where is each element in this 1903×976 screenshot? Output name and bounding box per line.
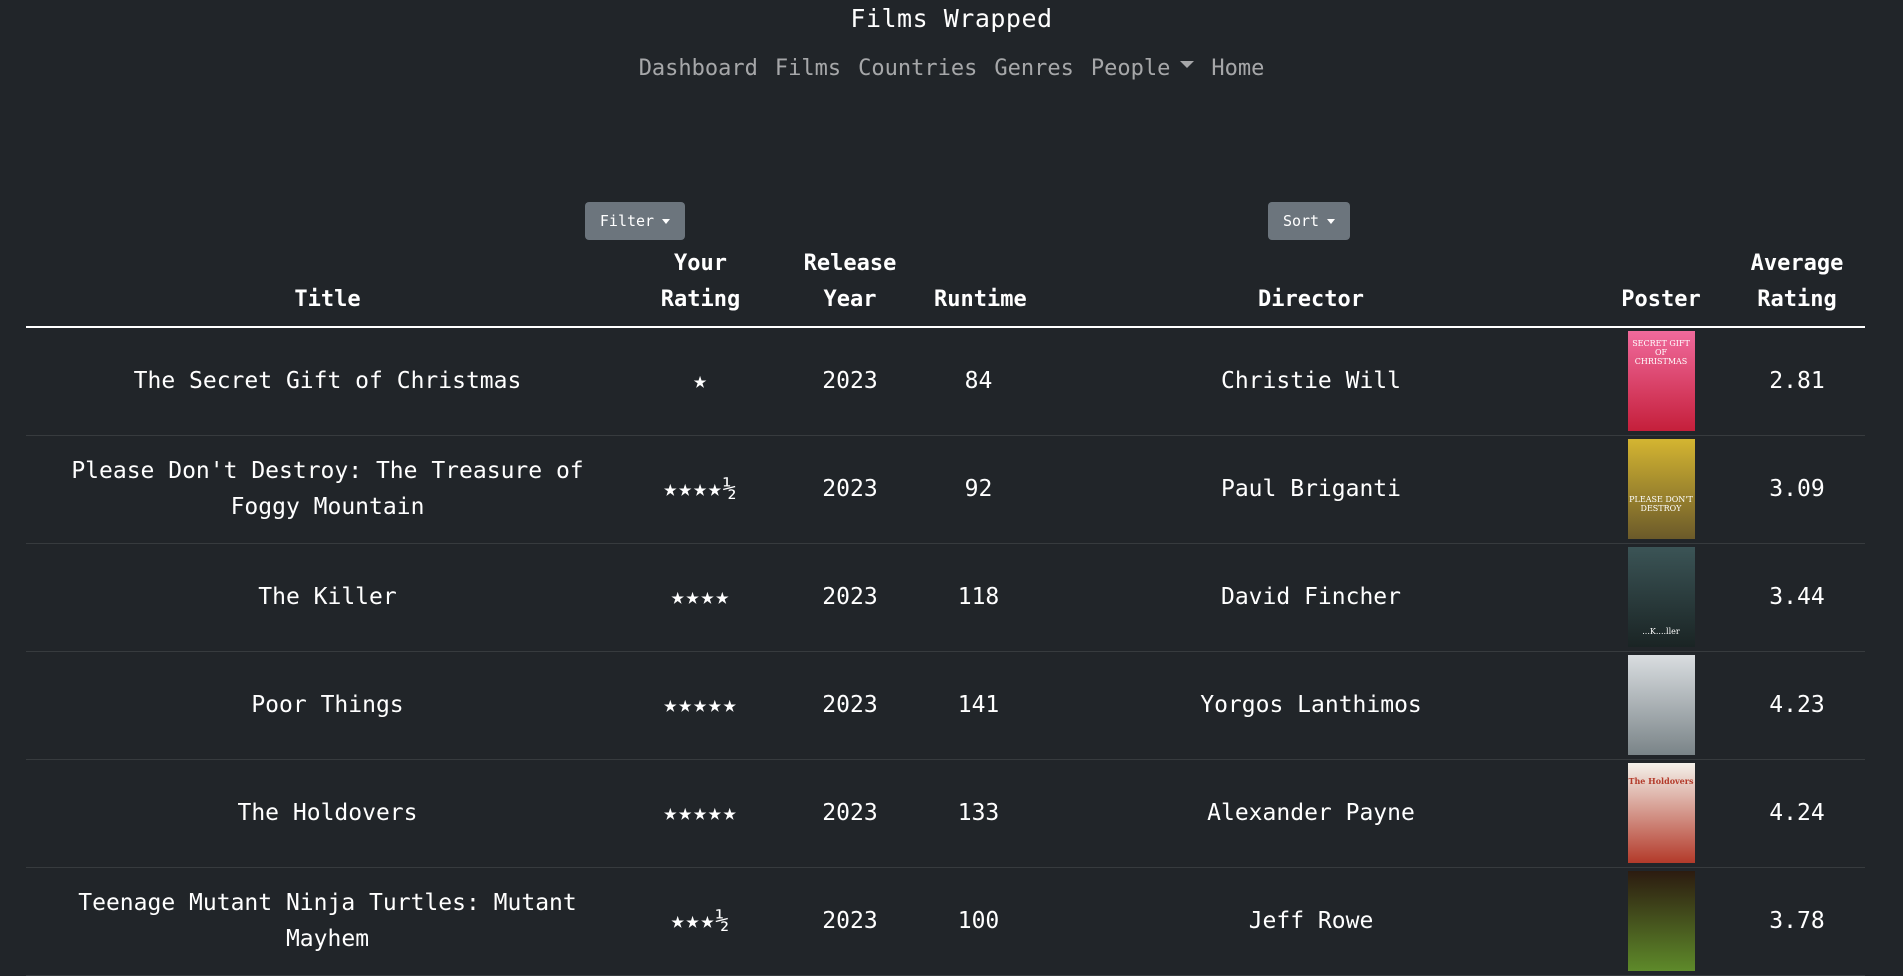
director-name[interactable]: Alexander Payne: [1029, 759, 1593, 868]
poster-image[interactable]: PLEASE DON'T DESTROY: [1627, 439, 1695, 539]
header-poster: Poster: [1593, 246, 1729, 328]
header-release-year[interactable]: Release Year: [772, 246, 928, 328]
your-rating-stars: ★★★½: [629, 867, 772, 976]
average-rating: 3.44: [1729, 543, 1865, 652]
film-title[interactable]: Poor Things: [26, 651, 629, 760]
nav-dashboard[interactable]: Dashboard: [639, 56, 758, 81]
runtime: 133: [928, 759, 1029, 868]
director-name[interactable]: Paul Briganti: [1029, 435, 1593, 544]
director-name[interactable]: David Fincher: [1029, 543, 1593, 652]
table-row: Please Don't Destroy: The Treasure of Fo…: [26, 435, 1865, 544]
nav-home[interactable]: Home: [1211, 56, 1264, 81]
poster-cell: SECRET GIFT OF CHRISTMAS: [1593, 327, 1729, 436]
films-table: Title Your Rating Release Year Runtime Dir…: [26, 246, 1865, 976]
release-year: 2023: [772, 867, 928, 976]
average-rating: 4.24: [1729, 759, 1865, 868]
header-director[interactable]: Director: [1029, 246, 1593, 328]
poster-cell: [1593, 651, 1729, 760]
your-rating-stars: ★: [629, 327, 772, 436]
average-rating: 4.23: [1729, 651, 1865, 760]
nav-countries[interactable]: Countries: [858, 56, 977, 81]
release-year: 2023: [772, 651, 928, 760]
header-average-rating[interactable]: Average Rating: [1729, 246, 1865, 328]
average-rating: 3.78: [1729, 867, 1865, 976]
release-year: 2023: [772, 759, 928, 868]
runtime: 84: [928, 327, 1029, 436]
header-your-rating[interactable]: Your Rating: [629, 246, 772, 328]
main-nav: Dashboard Films Countries Genres People …: [0, 56, 1903, 81]
table-row: Teenage Mutant Ninja Turtles: Mutant May…: [26, 867, 1865, 976]
table-header-row: Title Your Rating Release Year Runtime Dir…: [26, 246, 1865, 328]
director-name[interactable]: Christie Will: [1029, 327, 1593, 436]
poster-image[interactable]: ...K....ller: [1627, 547, 1695, 647]
poster-image[interactable]: [1627, 655, 1695, 755]
poster-image[interactable]: The Holdovers: [1627, 763, 1695, 863]
table-row: The Killer ★★★★ 2023 118 David Fincher .…: [26, 543, 1865, 652]
film-title[interactable]: The Killer: [26, 543, 629, 652]
caret-down-icon: [662, 218, 671, 224]
table-row: Poor Things ★★★★★ 2023 141 Yorgos Lanthi…: [26, 651, 1865, 760]
poster-cell: The Holdovers: [1593, 759, 1729, 868]
director-name[interactable]: Jeff Rowe: [1029, 867, 1593, 976]
chevron-down-icon: [1180, 61, 1195, 68]
nav-people-dropdown[interactable]: People: [1090, 56, 1195, 81]
filter-button-label: Filter: [599, 212, 655, 230]
filter-button[interactable]: Filter: [585, 202, 685, 240]
your-rating-stars: ★★★★★: [629, 759, 772, 868]
poster-image[interactable]: [1627, 871, 1695, 971]
poster-cell: [1593, 867, 1729, 976]
your-rating-stars: ★★★★★: [629, 651, 772, 760]
film-title[interactable]: The Holdovers: [26, 759, 629, 868]
poster-cell: PLEASE DON'T DESTROY: [1593, 435, 1729, 544]
release-year: 2023: [772, 327, 928, 436]
release-year: 2023: [772, 435, 928, 544]
sort-button-label: Sort: [1282, 212, 1320, 230]
header-runtime[interactable]: Runtime: [928, 246, 1029, 328]
runtime: 92: [928, 435, 1029, 544]
release-year: 2023: [772, 543, 928, 652]
average-rating: 3.09: [1729, 435, 1865, 544]
runtime: 100: [928, 867, 1029, 976]
nav-genres[interactable]: Genres: [994, 56, 1073, 81]
caret-down-icon: [1327, 218, 1336, 224]
average-rating: 2.81: [1729, 327, 1865, 436]
sort-button[interactable]: Sort: [1268, 202, 1350, 240]
film-title[interactable]: Teenage Mutant Ninja Turtles: Mutant May…: [26, 867, 629, 976]
poster-cell: ...K....ller: [1593, 543, 1729, 652]
runtime: 141: [928, 651, 1029, 760]
director-name[interactable]: Yorgos Lanthimos: [1029, 651, 1593, 760]
nav-people-label: People: [1090, 56, 1171, 81]
your-rating-stars: ★★★★: [629, 543, 772, 652]
table-row: The Secret Gift of Christmas ★ 2023 84 C…: [26, 327, 1865, 436]
header-title[interactable]: Title: [26, 246, 629, 328]
poster-image[interactable]: SECRET GIFT OF CHRISTMAS: [1627, 331, 1695, 432]
film-title[interactable]: The Secret Gift of Christmas: [26, 327, 629, 436]
runtime: 118: [928, 543, 1029, 652]
table-row: The Holdovers ★★★★★ 2023 133 Alexander P…: [26, 759, 1865, 868]
app-title[interactable]: Films Wrapped: [0, 4, 1903, 33]
nav-films[interactable]: Films: [775, 56, 841, 81]
film-title[interactable]: Please Don't Destroy: The Treasure of Fo…: [26, 435, 629, 544]
your-rating-stars: ★★★★½: [629, 435, 772, 544]
